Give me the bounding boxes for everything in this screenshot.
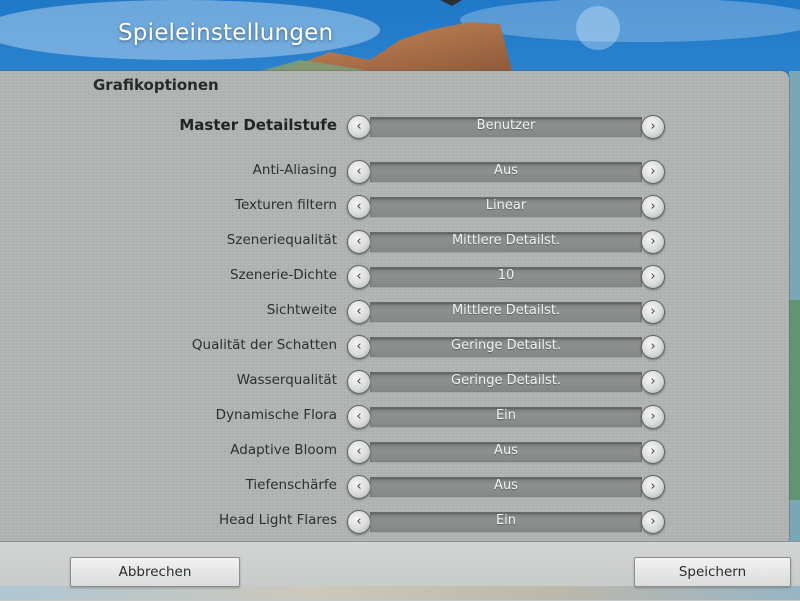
setting-label: Anti-Aliasing [252,162,337,178]
chevron-right-icon[interactable]: › [641,475,665,499]
chevron-right-icon[interactable]: › [641,370,665,394]
setting-label: Master Detailstufe [179,116,337,134]
chevron-right-icon[interactable]: › [641,510,665,534]
setting-value: Mittlere Detailst. [451,233,561,248]
chevron-right-icon[interactable]: › [641,160,665,184]
setting-row-master-detail: Master Detailstufe ‹ Benutzer › [0,114,800,140]
setting-row-head-light-flares: Head Light Flares ‹ Ein › [0,509,800,535]
chevron-right-icon[interactable]: › [641,230,665,254]
setting-row-texture-filter: Texturen filtern ‹ Linear › [0,194,800,220]
setting-row-water-quality: Wasserqualität ‹ Geringe Detailst. › [0,369,800,395]
setting-row-scenery-quality: Szeneriequalität ‹ Mittlere Detailst. › [0,229,800,255]
setting-row-view-distance: Sichtweite ‹ Mittlere Detailst. › [0,299,800,325]
setting-label: Szenerie-Dichte [229,267,337,283]
chevron-left-icon[interactable]: ‹ [347,195,371,219]
setting-row-anti-aliasing: Anti-Aliasing ‹ Aus › [0,159,800,185]
setting-row-dynamic-flora: Dynamische Flora ‹ Ein › [0,404,800,430]
setting-row-shadow-quality: Qualität der Schatten ‹ Geringe Detailst… [0,334,800,360]
setting-value: Geringe Detailst. [451,373,561,388]
setting-value: Aus [494,163,518,178]
setting-label: Adaptive Bloom [230,442,337,458]
setting-value: Mittlere Detailst. [451,303,561,318]
setting-row-scenery-density: Szenerie-Dichte ‹ 10 › [0,264,800,290]
setting-value: Aus [494,443,518,458]
setting-value: 10 [497,268,515,283]
chevron-left-icon[interactable]: ‹ [347,370,371,394]
setting-label: Sichtweite [266,302,337,318]
setting-value: Aus [494,478,518,493]
chevron-right-icon[interactable]: › [641,115,665,139]
setting-label: Szeneriequalität [226,232,337,248]
setting-label: Tiefenschärfe [245,477,337,493]
setting-row-depth-of-field: Tiefenschärfe ‹ Aus › [0,474,800,500]
cancel-button[interactable]: Abbrechen [70,557,240,587]
chevron-right-icon[interactable]: › [641,265,665,289]
setting-value: Geringe Detailst. [451,338,561,353]
chevron-left-icon[interactable]: ‹ [347,440,371,464]
chevron-right-icon[interactable]: › [641,405,665,429]
chevron-left-icon[interactable]: ‹ [347,335,371,359]
setting-value: Linear [485,198,527,213]
chevron-left-icon[interactable]: ‹ [347,160,371,184]
setting-label: Dynamische Flora [215,407,337,423]
section-title: Grafikoptionen [93,76,219,94]
setting-row-adaptive-bloom: Adaptive Bloom ‹ Aus › [0,439,800,465]
chevron-right-icon[interactable]: › [641,195,665,219]
setting-label: Wasserqualität [236,372,337,388]
save-button[interactable]: Speichern [634,557,791,587]
setting-label: Head Light Flares [219,512,337,528]
chevron-left-icon[interactable]: ‹ [347,230,371,254]
footer-scenery-strip [0,586,800,600]
chevron-left-icon[interactable]: ‹ [347,300,371,324]
setting-label: Texturen filtern [235,197,337,213]
setting-value: Ein [495,513,517,528]
chevron-left-icon[interactable]: ‹ [347,510,371,534]
page-title: Spieleinstellungen [118,20,334,46]
chevron-left-icon[interactable]: ‹ [347,265,371,289]
chevron-left-icon[interactable]: ‹ [347,115,371,139]
chevron-right-icon[interactable]: › [641,300,665,324]
chevron-right-icon[interactable]: › [641,335,665,359]
chevron-left-icon[interactable]: ‹ [347,405,371,429]
setting-value: Ein [495,408,517,423]
chevron-left-icon[interactable]: ‹ [347,475,371,499]
setting-value: Benutzer [476,118,536,133]
setting-label: Qualität der Schatten [191,337,337,353]
chevron-right-icon[interactable]: › [641,440,665,464]
